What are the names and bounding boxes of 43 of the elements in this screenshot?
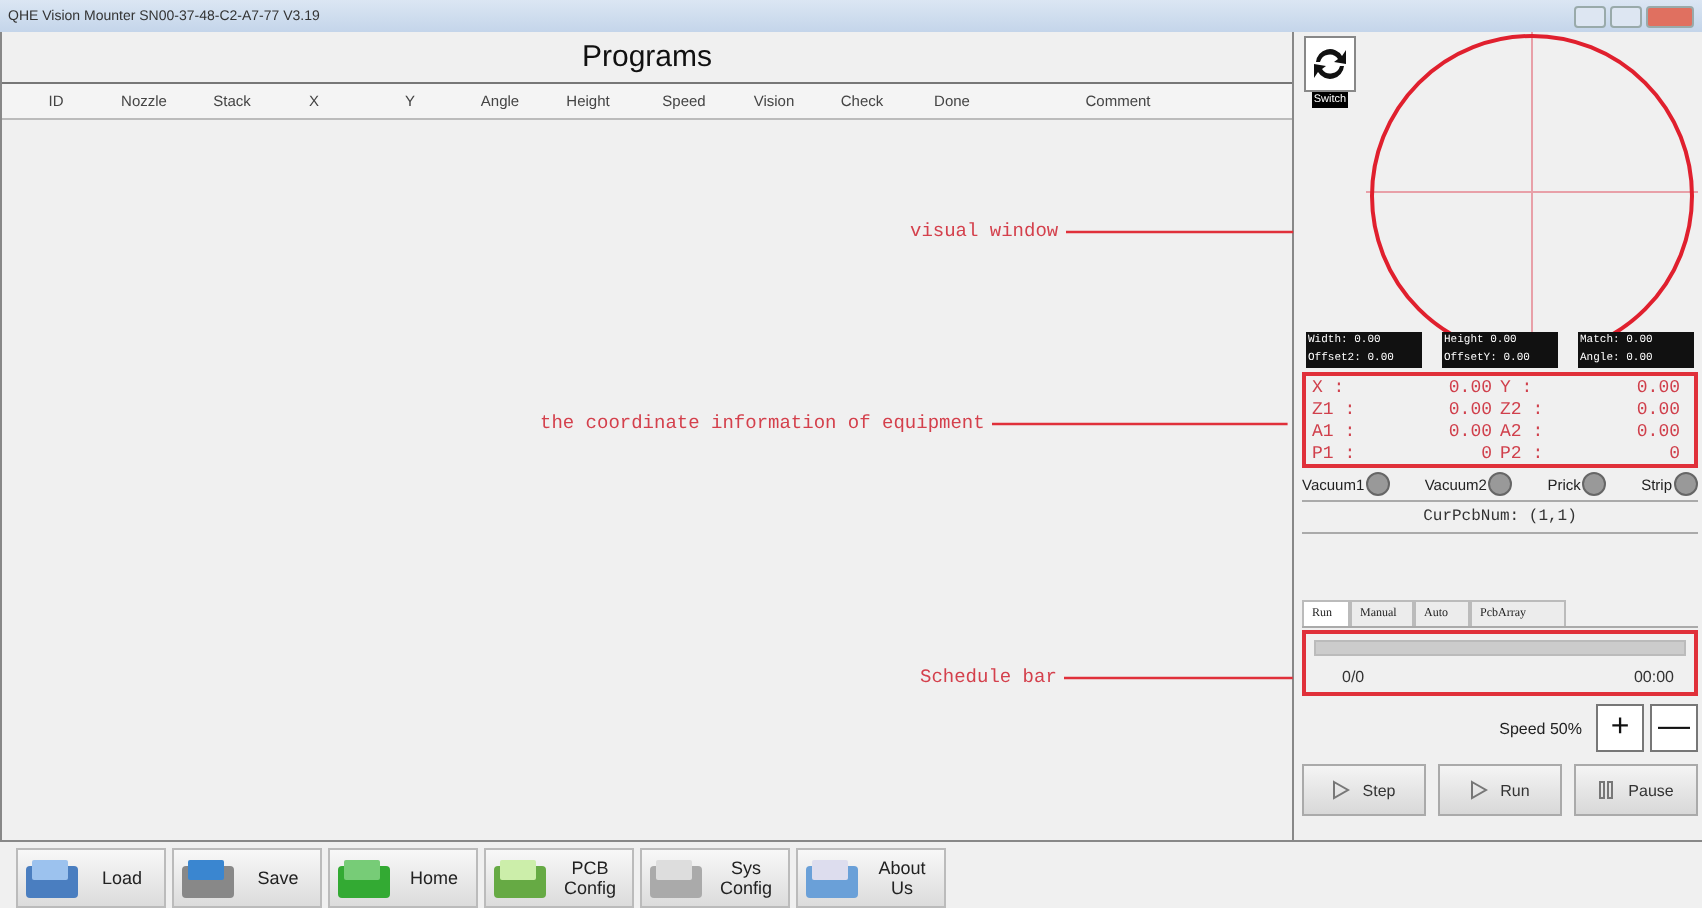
axis-value: 0.00	[1636, 421, 1680, 441]
speed-down-button[interactable]: —	[1650, 704, 1698, 752]
axis-label: X :	[1312, 377, 1345, 397]
axis-value: 0.00	[1448, 377, 1492, 397]
axis-label: Z1 :	[1312, 399, 1356, 419]
toolbar-button[interactable]: Load	[16, 848, 166, 908]
toolbar-button[interactable]: Home	[328, 848, 478, 908]
folder-icon	[22, 854, 82, 902]
play-icon	[1470, 780, 1489, 800]
axis-label: A2 :	[1500, 421, 1544, 441]
toolbar-button[interactable]: PCB Config	[484, 848, 634, 908]
toolbar-button[interactable]: Sys Config	[640, 848, 790, 908]
axis-value: 0	[1481, 443, 1492, 463]
axis-value: 0.00	[1448, 421, 1492, 441]
speed-up-button[interactable]: +	[1596, 704, 1644, 752]
axis-label: P1 :	[1312, 443, 1356, 463]
toolbar-button[interactable]: About Us	[796, 848, 946, 908]
annotation-text: Schedule bar	[920, 666, 1057, 688]
annotation-text: visual window	[910, 220, 1059, 242]
close-button[interactable]	[1646, 5, 1694, 27]
axis-value: 0.00	[1636, 377, 1680, 397]
pause-icon	[1598, 780, 1617, 800]
axis-value: 0	[1669, 443, 1680, 463]
elapsed-time: 00:00	[1633, 668, 1674, 686]
annotation-text: the coordinate information of equipment	[540, 412, 985, 434]
control-button[interactable]: Run	[1438, 764, 1562, 816]
progress-count: 0/0	[1342, 668, 1365, 686]
axis-label: Y :	[1500, 377, 1533, 397]
axis-label: Z2 :	[1500, 399, 1544, 419]
refresh-icon	[1310, 44, 1350, 84]
toolbar-button[interactable]: Save	[172, 848, 322, 908]
control-button[interactable]: Pause	[1574, 764, 1698, 816]
axis-value: 0.00	[1636, 399, 1680, 419]
minimize-button[interactable]	[1574, 5, 1606, 27]
axis-value: 0.00	[1448, 399, 1492, 419]
axis-label: A1 :	[1312, 421, 1356, 441]
control-button[interactable]: Step	[1302, 764, 1426, 816]
play-icon	[1332, 780, 1351, 800]
switch-button[interactable]	[1304, 36, 1356, 92]
speed-label: Speed 50%	[1499, 719, 1582, 737]
axis-label: P2 :	[1500, 443, 1544, 463]
pcb-number: CurPcbNum: (1,1)	[1423, 508, 1577, 526]
restore-button[interactable]	[1610, 5, 1642, 27]
